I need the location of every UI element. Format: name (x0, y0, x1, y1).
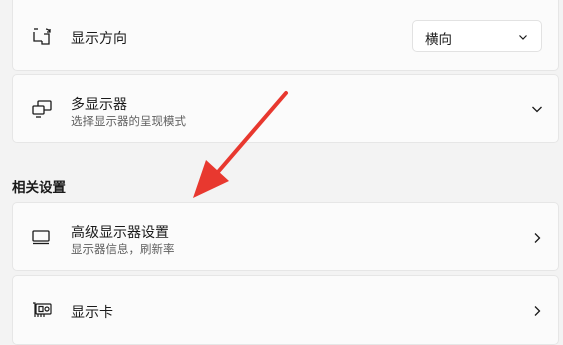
advanced-display-settings-card[interactable]: 高级显示器设置 显示器信息，刷新率 (12, 202, 559, 271)
multi-display-title: 多显示器 (71, 97, 127, 113)
graphics-card-row[interactable]: 显示卡 (12, 275, 559, 345)
multi-display-icon (31, 98, 53, 120)
orientation-dropdown-value: 横向 (425, 32, 452, 48)
display-orientation-icon (31, 26, 53, 48)
display-orientation-card: 显示方向 横向 (12, 0, 559, 71)
advanced-display-title: 高级显示器设置 (71, 225, 169, 241)
multi-display-card[interactable]: 多显示器 选择显示器的呈现模式 (12, 74, 559, 143)
advanced-display-subtitle: 显示器信息，刷新率 (71, 242, 175, 256)
chevron-right-icon (530, 231, 544, 245)
graphics-card-title: 显示卡 (71, 305, 113, 321)
graphics-card-icon (31, 299, 53, 321)
chevron-down-icon (517, 31, 529, 43)
multi-display-subtitle: 选择显示器的呈现模式 (71, 114, 186, 128)
chevron-down-icon[interactable] (530, 102, 544, 116)
chevron-right-icon (530, 304, 544, 318)
monitor-icon (31, 226, 53, 248)
display-orientation-title: 显示方向 (71, 31, 127, 47)
orientation-dropdown[interactable]: 横向 (412, 20, 542, 52)
annotation-arrow-head (193, 160, 229, 198)
related-settings-heading: 相关设置 (12, 180, 66, 196)
